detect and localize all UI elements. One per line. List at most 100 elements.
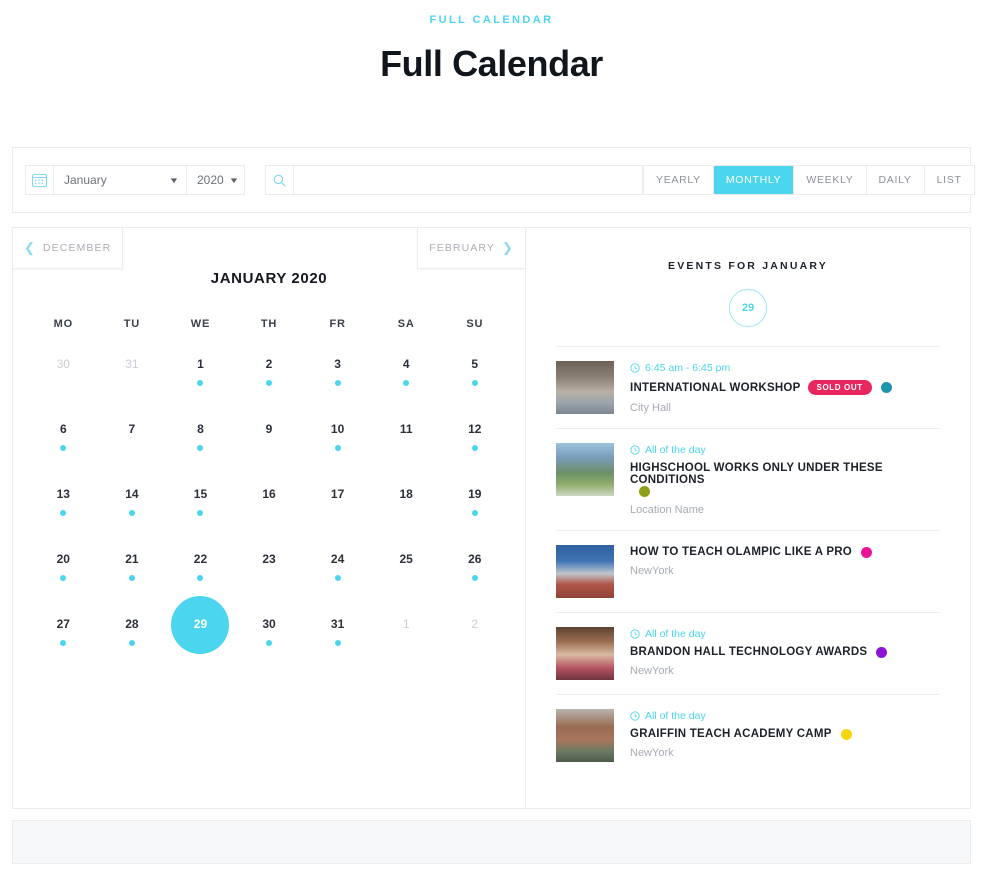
event-indicator-dot (266, 640, 273, 646)
calendar-day-cell[interactable]: 10 (303, 422, 372, 460)
event-time-label: All of the day (645, 628, 706, 640)
calendar-day-cell[interactable]: 14 (98, 487, 167, 525)
calendar-day-number: 6 (59, 422, 67, 436)
calendar-week-row: 13 14 15 16 17 18 19 (13, 487, 525, 525)
calendar-day-cell[interactable]: 31 (303, 617, 372, 655)
event-time: 6:45 am - 6:45 pm (630, 362, 940, 374)
calendar-day-cell[interactable]: 1 (372, 617, 441, 655)
calendar-day-number: 30 (262, 617, 276, 631)
calendar-day-number: 22 (193, 552, 208, 566)
event-category-dot (639, 486, 650, 497)
calendar-day-cell[interactable]: 24 (303, 552, 372, 590)
calendar-day-cell[interactable]: 17 (303, 487, 372, 525)
prev-month-button[interactable]: ❮ DECEMBER (12, 227, 124, 269)
event-title[interactable]: HOW TO TEACH OLAMPIC LIKE A PRO (630, 546, 852, 558)
calendar-day-cell[interactable]: 8 (166, 422, 235, 460)
calendar-day-cell[interactable]: 15 (166, 487, 235, 525)
calendar-day-cell[interactable]: 26 (440, 552, 509, 590)
calendar-day-number: 17 (330, 487, 345, 501)
page-eyebrow: FULL CALENDAR (429, 14, 554, 26)
calendar-day-cell[interactable]: 18 (372, 487, 441, 525)
search-icon[interactable] (266, 166, 294, 194)
event-time: All of the day (630, 628, 940, 640)
chevron-down-icon: ▼ (228, 175, 240, 185)
event-title[interactable]: HIGHSCHOOL WORKS ONLY UNDER THESE CONDIT… (630, 462, 940, 486)
calendar-day-cell[interactable]: 2 (235, 357, 304, 395)
calendar-day-number: 15 (193, 487, 208, 501)
calendar-day-number: 16 (262, 487, 276, 501)
next-month-button[interactable]: FEBRUARY ❯ (417, 227, 526, 269)
calendar-day-cell[interactable]: 21 (98, 552, 167, 590)
event-indicator-dot (60, 640, 67, 646)
event-indicator-dot (403, 380, 410, 386)
tab-monthly[interactable]: MONTHLY (713, 166, 795, 194)
event-category-dot (840, 728, 852, 740)
page-title: Full Calendar (380, 43, 603, 84)
event-category-dot (880, 382, 892, 393)
event-title[interactable]: BRANDON HALL TECHNOLOGY AWARDS (630, 646, 867, 658)
weekday-fr: FR (329, 318, 346, 330)
calendar-day-cell[interactable]: 31 (98, 357, 167, 395)
calendar-day-cell[interactable]: 28 (98, 617, 167, 655)
calendar-day-cell[interactable]: 5 (440, 357, 509, 395)
event-title[interactable]: INTERNATIONAL WORKSHOP (630, 382, 801, 394)
event-body: HOW TO TEACH OLAMPIC LIKE A PRO NewYork (630, 545, 940, 577)
calendar-week-row: 27 28 29 30 31 1 2 (13, 596, 525, 655)
calendar-day-cell[interactable]: 9 (235, 422, 304, 460)
calendar-day-cell[interactable]: 20 (29, 552, 98, 590)
calendar-day-cell[interactable]: 29 (166, 596, 235, 655)
calendar-day-cell[interactable]: 25 (372, 552, 441, 590)
event-list-item[interactable]: All of the day GRAIFFIN TEACH ACADEMY CAM… (556, 695, 940, 776)
sold-out-badge: SOLD OUT (807, 380, 872, 395)
calendar-day-cell[interactable]: 16 (235, 487, 304, 525)
event-list-item[interactable]: 6:45 am - 6:45 pm INTERNATIONAL WORKSHOP S… (556, 347, 940, 429)
calendar-day-cell[interactable]: 1 (166, 357, 235, 395)
calendar-week-row: 20 21 22 23 24 25 26 (13, 552, 525, 590)
event-location: NewYork (630, 665, 674, 677)
selected-day-badge[interactable]: 29 (729, 289, 767, 327)
calendar-day-number: 10 (330, 422, 345, 436)
month-calendar-panel: ❮ DECEMBER FEBRUARY ❯ JANUARY 2020 MO TU… (12, 227, 526, 808)
tab-weekly[interactable]: WEEKLY (794, 166, 867, 194)
event-body: All of the day GRAIFFIN TEACH ACADEMY CAM… (630, 709, 940, 759)
calendar-day-number: 11 (399, 422, 413, 436)
calendar-day-cell[interactable]: 6 (29, 422, 98, 460)
calendar-day-cell[interactable]: 30 (235, 617, 304, 655)
event-title-row: GRAIFFIN TEACH ACADEMY CAMP (630, 728, 940, 740)
event-list-item[interactable]: All of the day BRANDON HALL TECHNOLOGY AW… (556, 613, 940, 695)
tab-list[interactable]: LIST (924, 166, 974, 194)
calendar-day-cell[interactable]: 2 (440, 617, 509, 655)
event-title[interactable]: GRAIFFIN TEACH ACADEMY CAMP (630, 728, 832, 740)
event-time-label: All of the day (645, 710, 706, 722)
calendar-day-cell[interactable]: 4 (372, 357, 441, 395)
month-select[interactable]: January ▼ (54, 166, 186, 194)
calendar-day-number: 25 (399, 552, 413, 566)
calendar-day-number: 4 (402, 357, 410, 371)
tab-yearly[interactable]: YEARLY (644, 166, 714, 194)
calendar-day-number: 20 (56, 552, 70, 566)
year-select[interactable]: 2020 ▼ (186, 166, 244, 194)
search-box (265, 165, 643, 195)
calendar-day-cell[interactable]: 19 (440, 487, 509, 525)
calendar-day-cell[interactable]: 27 (29, 617, 98, 655)
calendar-day-cell[interactable]: 7 (98, 422, 167, 460)
calendar-day-number: 8 (197, 422, 204, 436)
event-list-item[interactable]: All of the day HIGHSCHOOL WORKS ONLY UNDE… (556, 429, 940, 531)
calendar-day-cell[interactable]: 30 (29, 357, 98, 395)
events-list: 6:45 am - 6:45 pm INTERNATIONAL WORKSHOP S… (556, 346, 940, 776)
calendar-day-cell[interactable]: 23 (235, 552, 304, 590)
search-input[interactable] (294, 166, 642, 194)
calendar-day-number: 14 (125, 487, 139, 501)
event-list-item[interactable]: HOW TO TEACH OLAMPIC LIKE A PRO NewYork (556, 531, 940, 613)
calendar-day-cell[interactable]: 12 (440, 422, 509, 460)
tab-daily[interactable]: DAILY (866, 166, 925, 194)
calendar-day-cell[interactable]: 22 (166, 552, 235, 590)
calendar-day-number: 30 (56, 357, 70, 371)
event-indicator-dot (60, 445, 67, 451)
calendar-day-cell[interactable]: 11 (372, 422, 441, 460)
calendar-day-cell[interactable]: 3 (303, 357, 372, 395)
calendar-day-cell[interactable]: 13 (29, 487, 98, 525)
calendar-day-number: 21 (125, 552, 139, 566)
event-location: NewYork (630, 565, 674, 577)
date-select-group: January ▼ 2020 ▼ (25, 165, 245, 195)
